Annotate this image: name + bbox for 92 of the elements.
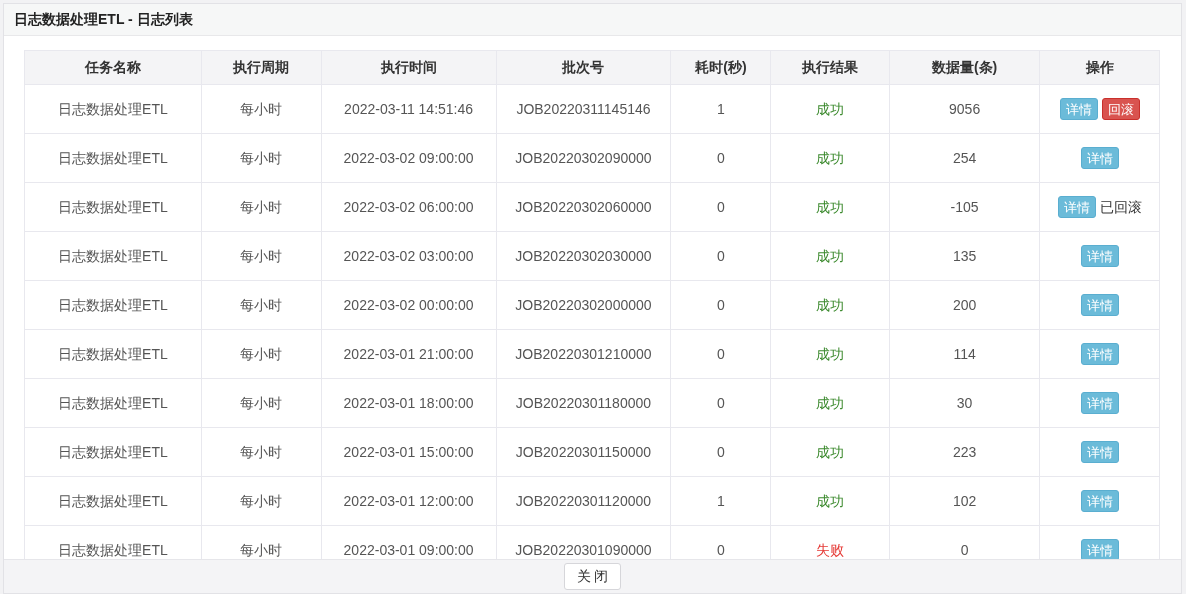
table-cell: 日志数据处理ETL: [58, 345, 168, 362]
result-status: 失败: [816, 541, 845, 558]
table-cell: JOB20220302000000: [515, 296, 652, 313]
result-status: 成功: [816, 492, 845, 509]
table-cell: -105: [950, 198, 979, 215]
table-cell: 9056: [949, 100, 981, 117]
table-cell: 2022-03-11 14:51:46: [344, 100, 474, 117]
table-cell: 2022-03-01 15:00:00: [343, 443, 474, 460]
column-header: 批次号: [562, 59, 605, 75]
table-cell: 每小时: [240, 443, 283, 460]
table-cell: 30: [956, 394, 973, 411]
table-cell: JOB20220301120000: [515, 492, 652, 509]
table-cell: 2022-03-02 06:00:00: [343, 198, 474, 215]
table-cell: JOB20220302030000: [515, 247, 652, 264]
table-cell: 2022-03-01 09:00:00: [343, 541, 474, 558]
table-cell: 每小时: [240, 492, 283, 509]
table-cell: 日志数据处理ETL: [58, 394, 168, 411]
table-cell: 223: [952, 443, 977, 460]
table-cell: JOB20220301210000: [515, 345, 652, 362]
table-cell: 日志数据处理ETL: [58, 296, 168, 313]
column-header: 执行时间: [380, 59, 437, 75]
table-cell: 200: [952, 296, 977, 313]
table-cell: JOB20220302060000: [515, 198, 652, 215]
table-cell: 0: [717, 394, 725, 411]
table-cell: 日志数据处理ETL: [58, 541, 168, 558]
table-cell: 2022-03-02 09:00:00: [343, 149, 474, 166]
table-cell: 102: [952, 492, 977, 509]
detail-button[interactable]: 详情: [1080, 245, 1119, 267]
table-cell: JOB20220311145146: [516, 100, 651, 117]
result-status: 成功: [816, 345, 845, 362]
table-cell: 每小时: [240, 541, 283, 558]
table-cell: 日志数据处理ETL: [58, 443, 168, 460]
detail-button[interactable]: 详情: [1080, 294, 1119, 316]
detail-button[interactable]: 详情: [1080, 539, 1119, 559]
column-header: 执行周期: [233, 59, 290, 75]
result-status: 成功: [816, 100, 845, 117]
table-cell: 每小时: [240, 198, 283, 215]
column-header: 操作: [1085, 59, 1114, 75]
rollback-note: 已回滚: [1099, 197, 1142, 217]
result-status: 成功: [816, 149, 845, 166]
close-button[interactable]: 关 闭: [563, 563, 622, 590]
detail-button[interactable]: 详情: [1080, 441, 1119, 463]
table-cell: 日志数据处理ETL: [58, 100, 168, 117]
result-status: 成功: [816, 443, 845, 460]
table-cell: 每小时: [240, 296, 283, 313]
table-cell: 0: [717, 296, 725, 313]
table-cell: 0: [717, 541, 725, 558]
table-cell: 2022-03-01 12:00:00: [343, 492, 474, 509]
column-header: 执行结果: [802, 59, 859, 75]
table-cell: 每小时: [240, 345, 283, 362]
table-cell: 1: [717, 492, 725, 509]
table-cell: 0: [960, 541, 969, 558]
column-header: 任务名称: [84, 59, 141, 75]
detail-button[interactable]: 详情: [1059, 98, 1098, 120]
detail-button[interactable]: 详情: [1080, 490, 1119, 512]
result-status: 成功: [816, 247, 845, 264]
table-cell: 0: [717, 443, 725, 460]
column-header: 耗时(秒): [695, 59, 747, 75]
table-cell: 0: [717, 247, 725, 264]
table-cell: 2022-03-02 00:00:00: [343, 296, 474, 313]
detail-button[interactable]: 详情: [1057, 196, 1096, 218]
table-cell: 日志数据处理ETL: [58, 247, 168, 264]
table-cell: 2022-03-01 18:00:00: [343, 394, 474, 411]
result-status: 成功: [816, 198, 845, 215]
table-cell: 每小时: [240, 394, 283, 411]
column-header: 数据量(条): [931, 59, 998, 75]
table-cell: JOB20220302090000: [515, 149, 652, 166]
table-cell: 每小时: [240, 100, 283, 117]
table-cell: 114: [953, 345, 976, 362]
table-cell: 每小时: [240, 247, 283, 264]
table-cell: 日志数据处理ETL: [58, 492, 168, 509]
dialog-title: 日志数据处理ETL - 日志列表: [14, 10, 193, 29]
table-cell: 0: [717, 198, 725, 215]
table-cell: 每小时: [240, 149, 283, 166]
rollback-button[interactable]: 回滚: [1101, 98, 1140, 120]
detail-button[interactable]: 详情: [1080, 147, 1119, 169]
table-cell: 2022-03-02 03:00:00: [343, 247, 474, 264]
table-cell: 0: [717, 345, 725, 362]
result-status: 成功: [816, 296, 845, 313]
table-cell: 135: [952, 247, 977, 264]
detail-button[interactable]: 详情: [1080, 343, 1119, 365]
table-cell: 0: [717, 149, 725, 166]
table-cell: 2022-03-01 21:00:00: [343, 345, 474, 362]
table-cell: JOB20220301180000: [515, 394, 652, 411]
table-cell: 日志数据处理ETL: [58, 198, 168, 215]
table-cell: 1: [717, 100, 725, 117]
result-status: 成功: [816, 394, 845, 411]
table-cell: 日志数据处理ETL: [58, 149, 168, 166]
table-cell: JOB20220301090000: [515, 541, 652, 558]
detail-button[interactable]: 详情: [1080, 392, 1119, 414]
table-cell: JOB20220301150000: [515, 443, 652, 460]
table-cell: 254: [952, 149, 977, 166]
